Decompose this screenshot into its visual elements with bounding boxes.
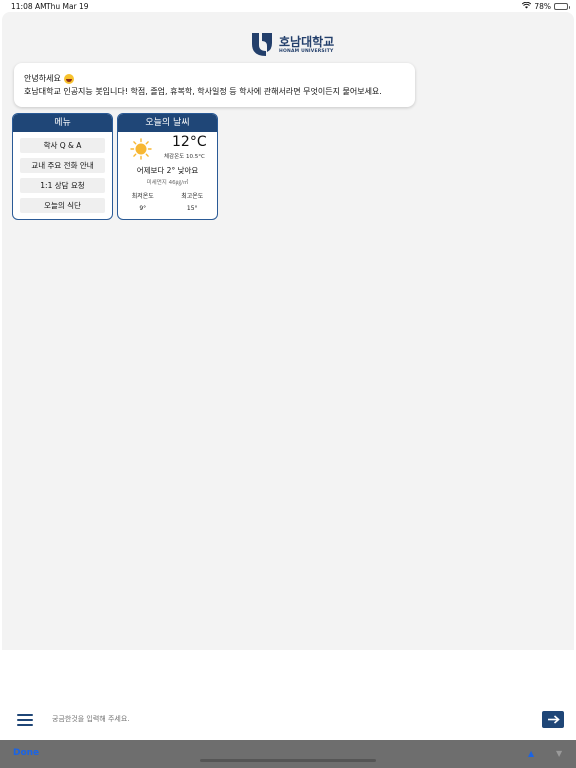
university-logo: 호남대학교 HONAM UNIVERSITY — [250, 30, 340, 58]
weather-card-title: 오늘의 날씨 — [118, 114, 217, 132]
weather-card: 오늘의 날씨 12°C 체감온도 10.5°C 어제보다 2° 낮아요 미세먼지… — [117, 113, 218, 220]
status-bar: 11:08 AM Thu Mar 19 78% — [0, 0, 576, 12]
battery-icon — [554, 3, 570, 10]
keyboard-accessory-bar: Done ▲ ▼ — [0, 740, 576, 768]
logo-name-en: HONAM UNIVERSITY — [279, 48, 334, 54]
sun-icon — [130, 138, 152, 160]
chat-area[interactable]: 호남대학교 HONAM UNIVERSITY 안녕하세요 호남대학교 인공지능 … — [2, 12, 574, 650]
send-button[interactable] — [542, 711, 564, 728]
welcome-body: 호남대학교 인공지능 봇입니다! 학점, 졸업, 휴복학, 학사일정 등 학사에… — [24, 87, 382, 96]
battery-percent: 78% — [534, 2, 551, 11]
logo-name-kr: 호남대학교 — [279, 34, 335, 49]
menu-card-title: 메뉴 — [13, 114, 112, 132]
fine-dust-level: 미세먼지 46㎍/㎥ — [146, 180, 189, 186]
temperature-comparison: 어제보다 2° 낮아요 — [136, 166, 199, 175]
status-time: 11:08 AM — [11, 2, 47, 11]
menu-list: 학사 Q & A 교내 주요 전화 안내 1:1 상담 요청 오늘의 식단 — [13, 132, 112, 219]
menu-item-todays-meal[interactable]: 오늘의 식단 — [20, 198, 105, 213]
min-temp-label: 최저온도 — [131, 193, 154, 200]
chevron-up-icon[interactable]: ▲ — [528, 749, 534, 758]
min-max-temperature: 최저온도 9° 최고온도 15° — [118, 191, 217, 215]
status-right: 78% — [522, 1, 570, 11]
chevron-down-icon[interactable]: ▼ — [556, 749, 562, 758]
menu-item-academic-qa[interactable]: 학사 Q & A — [20, 138, 105, 153]
menu-icon[interactable] — [17, 714, 33, 726]
wifi-icon — [522, 1, 532, 11]
current-temperature: 12°C — [172, 134, 207, 150]
max-temp-value: 15° — [186, 205, 198, 212]
max-temp-label: 최고온도 — [181, 193, 204, 200]
menu-item-phone-guide[interactable]: 교내 주요 전화 안내 — [20, 158, 105, 173]
done-button[interactable]: Done — [13, 748, 39, 758]
welcome-message: 안녕하세요 호남대학교 인공지능 봇입니다! 학점, 졸업, 휴복학, 학사일정… — [14, 63, 415, 107]
arrow-right-icon — [547, 715, 560, 724]
message-input[interactable] — [52, 710, 522, 728]
input-bar — [2, 650, 574, 740]
menu-card: 메뉴 학사 Q & A 교내 주요 전화 안내 1:1 상담 요청 오늘의 식단 — [12, 113, 113, 220]
university-logo-mark-icon — [252, 33, 272, 56]
menu-item-consultation[interactable]: 1:1 상담 요청 — [20, 178, 105, 193]
status-date: Thu Mar 19 — [46, 2, 89, 11]
min-temp-value: 9° — [139, 205, 147, 212]
grinning-emoji-icon — [63, 73, 74, 84]
home-indicator — [200, 759, 376, 762]
welcome-greeting: 안녕하세요 — [24, 74, 61, 83]
feels-like-temperature: 체감온도 10.5°C — [164, 154, 205, 160]
